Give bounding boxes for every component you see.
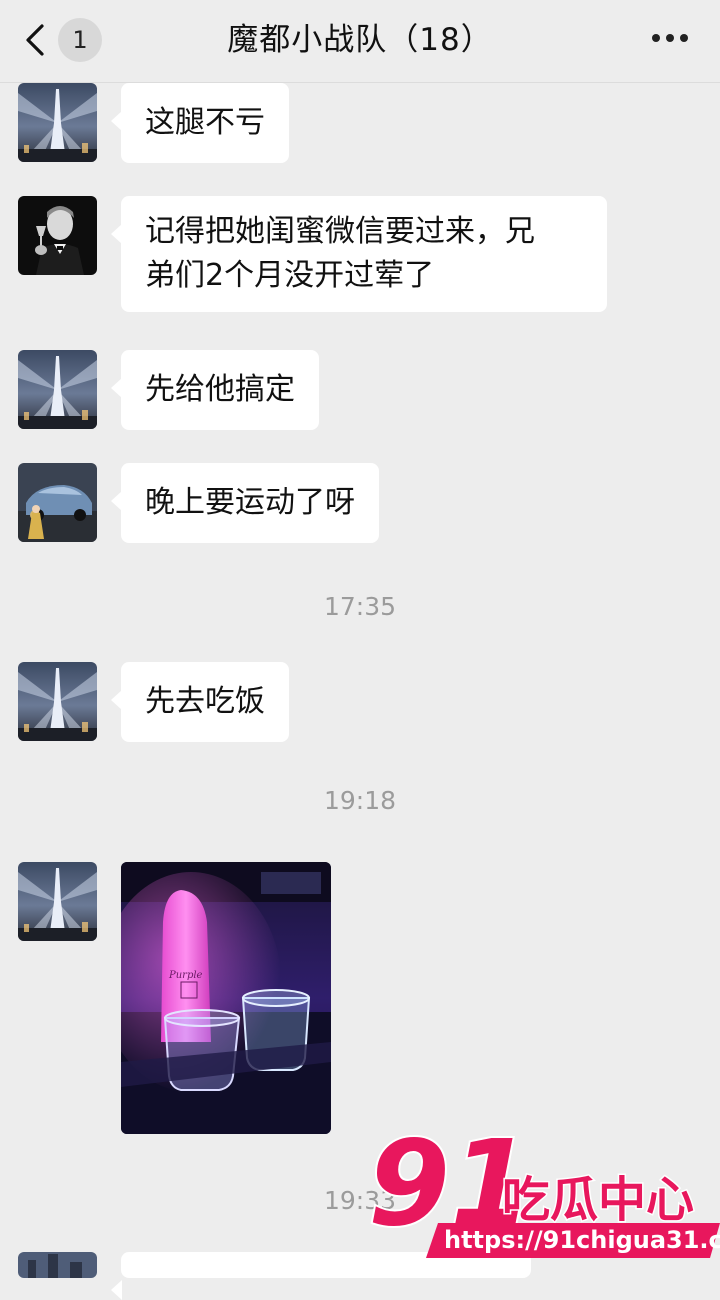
lamp-label: Purple	[168, 970, 203, 981]
watermark-brand: 吃瓜中心	[502, 1172, 694, 1228]
more-options-icon[interactable]	[652, 34, 688, 44]
message-line: 记得把她闺蜜微信要过来，兄	[145, 214, 535, 249]
message-bubble[interactable]: 这腿不亏	[111, 83, 289, 163]
watermark-url: https://91chigua31.com	[444, 1226, 720, 1254]
message-line: 弟们2个月没开过荤了	[145, 258, 435, 293]
site-watermark-logo: 91 吃瓜中心 https://91chigua31.com	[368, 1124, 720, 1258]
tower-night-avatar[interactable]	[18, 350, 97, 429]
tower-night-avatar[interactable]	[18, 862, 97, 941]
man-toasting-avatar[interactable]	[18, 196, 97, 275]
back-chevron-icon[interactable]	[22, 22, 50, 58]
chat-title: 魔都小战队（18）	[227, 22, 493, 58]
car-girl-avatar[interactable]	[18, 463, 97, 542]
message-bubble[interactable]: 晚上要运动了呀	[111, 463, 379, 543]
bar-table-lamp-glasses-photo[interactable]: Purple	[121, 862, 331, 1134]
message-bubble[interactable]: 记得把她闺蜜微信要过来，兄 弟们2个月没开过荤了	[111, 196, 607, 312]
tower-night-avatar[interactable]	[18, 662, 97, 741]
timestamp-separator: 17:35	[323, 592, 397, 621]
message-bubble[interactable]: 先去吃饭	[111, 662, 289, 742]
message-bubble[interactable]: 先给他搞定	[111, 350, 319, 430]
city-night-avatar[interactable]	[18, 1252, 97, 1278]
tower-night-avatar[interactable]	[18, 83, 97, 162]
unread-count-badge[interactable]: 1	[58, 18, 102, 62]
timestamp-separator: 19:18	[323, 786, 397, 815]
chat-header: 1 魔都小战队（18）	[0, 0, 720, 83]
